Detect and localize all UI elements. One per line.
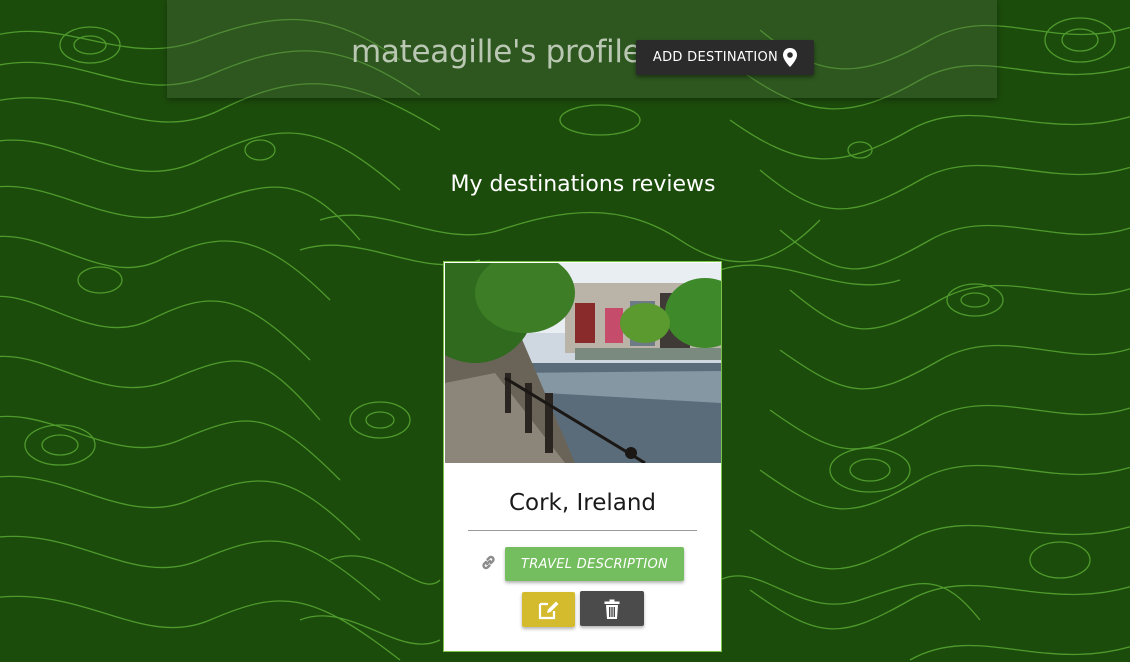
travel-description-button[interactable]: TRAVEL DESCRIPTION [505, 547, 684, 581]
travel-description-label: TRAVEL DESCRIPTION [520, 556, 669, 572]
edit-button[interactable] [522, 592, 575, 627]
link-icon [482, 555, 495, 570]
add-destination-button[interactable]: ADD DESTINATION [636, 40, 814, 75]
card-divider [468, 530, 697, 531]
edit-icon [538, 601, 558, 619]
section-title: My destinations reviews [450, 172, 716, 197]
add-destination-label: ADD DESTINATION [652, 50, 779, 65]
trash-icon [604, 599, 620, 619]
delete-button[interactable] [580, 591, 644, 626]
destination-card: Cork, Ireland TRAVEL DESCRIPTION [443, 261, 722, 652]
destination-name: Cork, Ireland [508, 490, 657, 516]
map-marker-icon [783, 48, 798, 67]
destination-photo[interactable] [445, 263, 721, 463]
profile-title: mateagille's profile [351, 34, 642, 70]
